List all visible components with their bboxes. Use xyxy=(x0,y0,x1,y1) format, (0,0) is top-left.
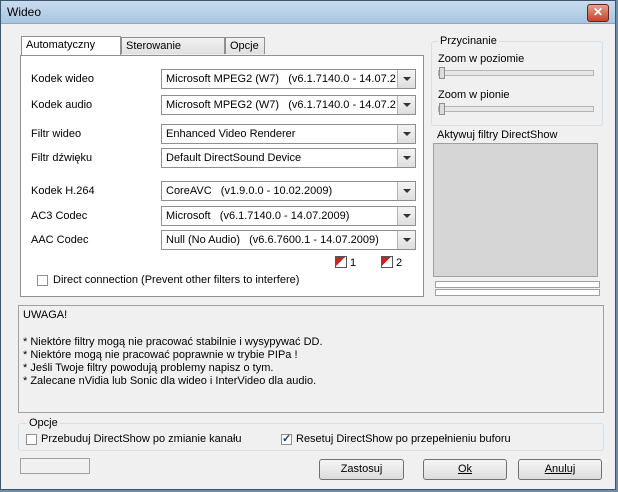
status-field xyxy=(20,458,90,474)
warning-line-4: * Zalecane nVidia lub Sonic dla wideo i … xyxy=(23,375,317,387)
h264-codec-select[interactable]: CoreAVC (v1.9.0.0 - 10.02.2009) xyxy=(161,181,416,201)
ac3-codec-label: AC3 Codec xyxy=(31,210,88,222)
title-bar[interactable]: Wideo ✕ xyxy=(1,1,615,24)
tab-automatic-graph[interactable]: Automatyczny graf xyxy=(21,36,121,68)
filter-progress-bar-2 xyxy=(435,289,600,296)
video-dialog: Wideo ✕ Automatyczny graf Sterowanie kol… xyxy=(0,0,616,490)
pin-button-1[interactable]: 1 xyxy=(335,256,356,269)
cancel-button[interactable]: Anuluj xyxy=(518,459,602,480)
audio-codec-label: Kodek audio xyxy=(31,99,93,111)
active-filters-list[interactable] xyxy=(433,143,598,277)
audio-filter-label: Filtr dźwięku xyxy=(31,152,93,164)
direct-connection-label: Direct connection (Prevent other filters… xyxy=(53,274,300,286)
audio-filter-select[interactable]: Default DirectSound Device xyxy=(161,148,416,168)
pin-button-2[interactable]: 2 xyxy=(381,256,402,269)
video-codec-label: Kodek wideo xyxy=(31,73,94,85)
aac-codec-select[interactable]: Null (No Audio) (v6.6.7600.1 - 14.07.200… xyxy=(161,230,416,250)
zoom-vertical-slider[interactable] xyxy=(438,103,594,115)
zoom-vertical-label: Zoom w pionie xyxy=(438,89,510,101)
ac3-codec-value: Microsoft (v6.1.7140.0 - 14.07.2009) xyxy=(166,210,350,222)
pin-icon xyxy=(335,256,347,268)
tab-options[interactable]: Opcje xyxy=(225,37,265,54)
chevron-down-icon[interactable] xyxy=(397,96,415,114)
chevron-down-icon[interactable] xyxy=(397,207,415,225)
rebuild-directshow-label: Przebuduj DirectShow po zmianie kanału xyxy=(41,433,242,445)
direct-connection-checkbox[interactable] xyxy=(37,275,48,286)
h264-codec-value: CoreAVC (v1.9.0.0 - 10.02.2009) xyxy=(166,185,333,197)
zoom-vertical-thumb[interactable] xyxy=(439,103,445,115)
zoom-horizontal-label: Zoom w poziomie xyxy=(438,53,525,65)
video-codec-select[interactable]: Microsoft MPEG2 (W7) (v6.1.7140.0 - 14.0… xyxy=(161,69,416,89)
ok-button[interactable]: Ok xyxy=(423,459,507,480)
video-filter-select[interactable]: Enhanced Video Renderer xyxy=(161,124,416,144)
aac-codec-label: AAC Codec xyxy=(31,234,89,246)
audio-codec-select[interactable]: Microsoft MPEG2 (W7) (v6.1.7140.0 - 14.0… xyxy=(161,95,416,115)
video-codec-value: Microsoft MPEG2 (W7) (v6.1.7140.0 - 14.0… xyxy=(166,73,396,85)
audio-codec-value: Microsoft MPEG2 (W7) (v6.1.7140.0 - 14.0… xyxy=(166,99,396,111)
pin-button-2-label: 2 xyxy=(396,257,403,269)
warning-line-1: * Niektóre filtry mogą nie pracować stab… xyxy=(23,336,323,348)
options-title: Opcje xyxy=(27,417,60,429)
video-filter-label: Filtr wideo xyxy=(31,128,82,140)
cropping-title: Przycinanie xyxy=(438,35,499,47)
warning-line-2: * Niektóre mogą nie pracować poprawnie w… xyxy=(23,349,298,361)
tab-strip: Automatyczny graf Sterowanie kolorem Opc… xyxy=(21,36,421,69)
rebuild-directshow-checkbox[interactable] xyxy=(26,434,37,445)
warning-title: UWAGA! xyxy=(23,309,68,321)
zoom-horizontal-slider[interactable] xyxy=(438,67,594,79)
warning-line-3: * Jeśli Twoje filtry powodują problemy n… xyxy=(23,362,274,374)
close-button[interactable]: ✕ xyxy=(587,4,609,22)
cropping-group: Przycinanie Zoom w poziomie Zoom w pioni… xyxy=(431,35,603,126)
chevron-down-icon[interactable] xyxy=(397,231,415,249)
ok-button-label: Ok xyxy=(457,463,473,475)
reset-directshow-label: Resetuj DirectShow po przepełnieniu bufo… xyxy=(296,433,511,445)
close-icon: ✕ xyxy=(592,5,604,19)
audio-filter-value: Default DirectSound Device xyxy=(166,152,302,164)
filters-panel: Kodek wideo Microsoft MPEG2 (W7) (v6.1.7… xyxy=(20,55,424,297)
chevron-down-icon[interactable] xyxy=(397,149,415,167)
apply-button[interactable]: Zastosuj xyxy=(319,459,404,480)
chevron-down-icon[interactable] xyxy=(397,70,415,88)
window-title: Wideo xyxy=(7,5,42,19)
active-filters-title: Aktywuj filtry DirectShow xyxy=(437,129,558,141)
tab-color-control[interactable]: Sterowanie kolorem xyxy=(121,37,225,69)
options-group: Opcje Przebuduj DirectShow po zmianie ka… xyxy=(18,417,604,451)
filter-progress-bar-1 xyxy=(435,281,600,288)
pin-icon xyxy=(381,256,393,268)
pin-button-1-label: 1 xyxy=(350,257,357,269)
reset-directshow-checkbox[interactable] xyxy=(281,432,292,445)
chevron-down-icon[interactable] xyxy=(397,125,415,143)
chevron-down-icon[interactable] xyxy=(397,182,415,200)
video-filter-value: Enhanced Video Renderer xyxy=(166,128,296,140)
h264-codec-label: Kodek H.264 xyxy=(31,185,95,197)
ac3-codec-select[interactable]: Microsoft (v6.1.7140.0 - 14.07.2009) xyxy=(161,206,416,226)
cancel-button-label: Anuluj xyxy=(544,463,576,475)
warning-box: UWAGA! * Niektóre filtry mogą nie pracow… xyxy=(18,305,604,413)
zoom-horizontal-thumb[interactable] xyxy=(439,67,445,79)
aac-codec-value: Null (No Audio) (v6.6.7600.1 - 14.07.200… xyxy=(166,234,379,246)
